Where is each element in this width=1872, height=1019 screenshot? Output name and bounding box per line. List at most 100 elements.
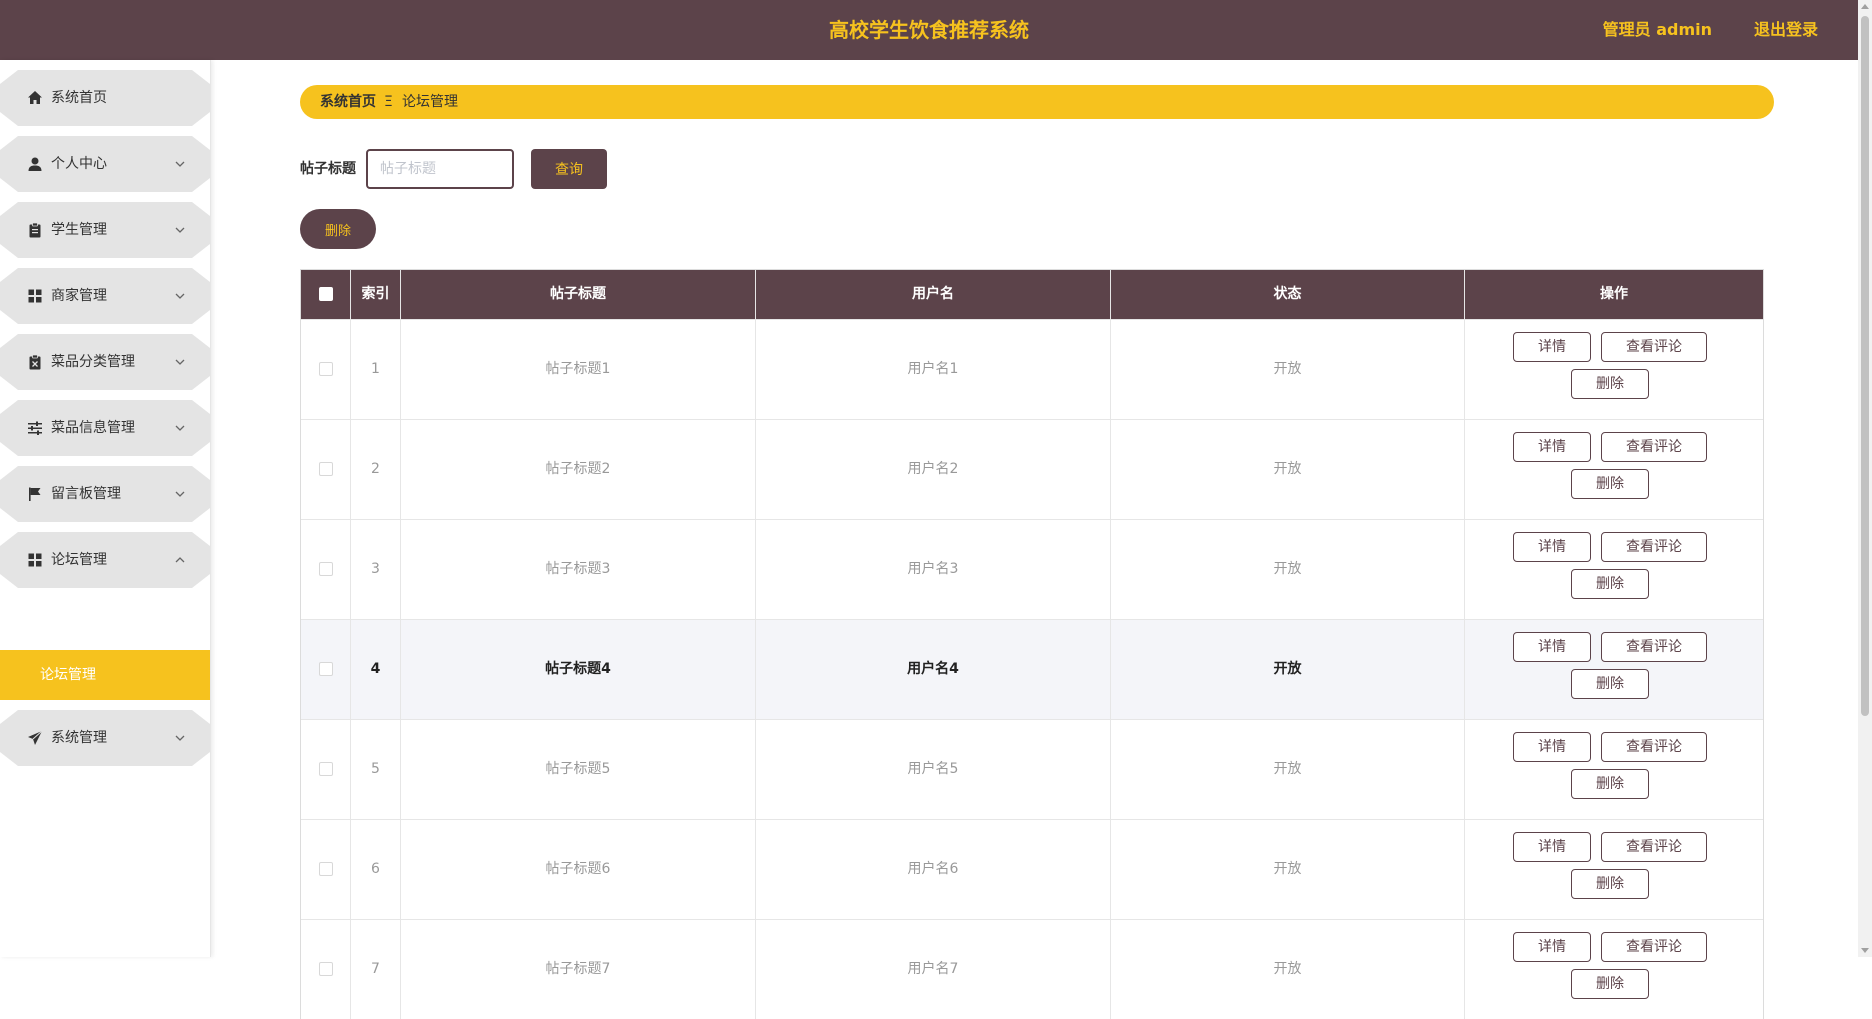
view-comments-button[interactable]: 查看评论 (1601, 532, 1707, 562)
top-header: 高校学生饮食推荐系统 管理员 admin 退出登录 (0, 0, 1858, 60)
row-checkbox[interactable] (318, 562, 333, 576)
row-select-cell (301, 820, 351, 919)
chevron-up-icon (175, 557, 185, 563)
row-delete-button[interactable]: 删除 (1571, 869, 1649, 899)
sidebar-item-message-board[interactable]: 留言板管理 (0, 466, 210, 522)
row-delete-button[interactable]: 删除 (1571, 469, 1649, 499)
table-row: 7 帖子标题7 用户名7 开放 详情 查看评论 删除 (301, 919, 1763, 1019)
view-comments-button[interactable]: 查看评论 (1601, 632, 1707, 662)
row-index: 4 (351, 620, 401, 719)
row-username: 用户名5 (756, 720, 1111, 819)
view-comments-button[interactable]: 查看评论 (1601, 832, 1707, 862)
row-delete-button[interactable]: 删除 (1571, 769, 1649, 799)
view-comments-button[interactable]: 查看评论 (1601, 932, 1707, 962)
sidebar-item-profile[interactable]: 个人中心 (0, 136, 210, 192)
row-status: 开放 (1111, 820, 1465, 919)
grid-icon (28, 553, 42, 567)
sidebar-item-students[interactable]: 学生管理 (0, 202, 210, 258)
logout-link[interactable]: 退出登录 (1754, 0, 1818, 60)
sidebar-item-label: 系统管理 (51, 730, 107, 746)
select-all-checkbox[interactable] (318, 287, 333, 301)
row-select-cell (301, 420, 351, 519)
sidebar-item-forum[interactable]: 论坛管理 (0, 532, 210, 588)
detail-button[interactable]: 详情 (1513, 932, 1591, 962)
row-actions: 详情 查看评论 删除 (1465, 320, 1763, 419)
sidebar-subitem-forum-management[interactable]: 论坛管理 (0, 650, 210, 700)
post-title-search-input[interactable] (366, 149, 514, 189)
row-status: 开放 (1111, 720, 1465, 819)
row-title: 帖子标题6 (401, 820, 756, 919)
row-checkbox[interactable] (318, 662, 333, 676)
row-actions: 详情 查看评论 删除 (1465, 720, 1763, 819)
chevron-down-icon (175, 735, 185, 741)
view-comments-button[interactable]: 查看评论 (1601, 332, 1707, 362)
row-checkbox[interactable] (318, 762, 333, 776)
column-header-actions: 操作 (1600, 286, 1628, 302)
row-delete-button[interactable]: 删除 (1571, 569, 1649, 599)
detail-button[interactable]: 详情 (1513, 832, 1591, 862)
chevron-down-icon (175, 359, 185, 365)
column-header-username: 用户名 (756, 270, 1111, 319)
bulk-delete-button[interactable]: 删除 (300, 209, 376, 249)
breadcrumb-home-link[interactable]: 系统首页 (320, 85, 376, 119)
clipboard-icon (29, 222, 41, 238)
sidebar-item-dish-categories[interactable]: 菜品分类管理 (0, 334, 210, 390)
sidebar-item-home[interactable]: 系统首页 (0, 70, 210, 126)
current-user-label: 管理员 admin (1602, 20, 1712, 39)
row-delete-button[interactable]: 删除 (1571, 969, 1649, 999)
detail-button[interactable]: 详情 (1513, 632, 1591, 662)
row-username: 用户名6 (756, 820, 1111, 919)
sidebar-item-label: 菜品信息管理 (51, 420, 135, 436)
search-label: 帖子标题 (300, 161, 356, 177)
select-all-cell (301, 270, 351, 319)
scroll-down-arrow-icon[interactable] (1861, 948, 1869, 953)
row-actions: 详情 查看评论 删除 (1465, 520, 1763, 619)
sidebar-item-label: 论坛管理 (51, 552, 107, 568)
row-status: 开放 (1111, 920, 1465, 1019)
sidebar-item-label: 个人中心 (51, 156, 107, 172)
row-checkbox[interactable] (318, 462, 333, 476)
row-username: 用户名2 (756, 420, 1111, 519)
sidebar-item-merchants[interactable]: 商家管理 (0, 268, 210, 324)
row-status: 开放 (1111, 320, 1465, 419)
row-select-cell (301, 720, 351, 819)
chevron-down-icon (175, 161, 185, 167)
breadcrumb-current: 论坛管理 (402, 94, 458, 110)
chevron-down-icon (175, 425, 185, 431)
view-comments-button[interactable]: 查看评论 (1601, 432, 1707, 462)
row-username: 用户名4 (756, 620, 1111, 719)
row-actions: 详情 查看评论 删除 (1465, 420, 1763, 519)
send-icon (28, 730, 43, 745)
scroll-up-arrow-icon[interactable] (1861, 4, 1869, 9)
view-comments-button[interactable]: 查看评论 (1601, 732, 1707, 762)
sidebar-item-system[interactable]: 系统管理 (0, 710, 210, 766)
row-checkbox[interactable] (318, 862, 333, 876)
page-scrollbar[interactable] (1858, 0, 1872, 957)
row-username: 用户名7 (756, 920, 1111, 1019)
forum-table: 索引 帖子标题 用户名 状态 操作 1 帖子标题1 用户名1 开放 详情 查看评… (300, 269, 1764, 1019)
app-title: 高校学生饮食推荐系统 (829, 18, 1029, 42)
detail-button[interactable]: 详情 (1513, 432, 1591, 462)
row-status: 开放 (1111, 520, 1465, 619)
row-checkbox[interactable] (318, 962, 333, 976)
sidebar-item-dish-info[interactable]: 菜品信息管理 (0, 400, 210, 456)
sidebar-item-label: 菜品分类管理 (51, 354, 135, 370)
breadcrumb: 系统首页 Ξ 论坛管理 (300, 85, 1774, 119)
query-button[interactable]: 查询 (531, 149, 607, 189)
scrollbar-thumb[interactable] (1861, 16, 1869, 716)
row-status: 开放 (1111, 420, 1465, 519)
row-index: 6 (351, 820, 401, 919)
row-index: 1 (351, 320, 401, 419)
home-icon (28, 91, 42, 104)
row-select-cell (301, 620, 351, 719)
row-delete-button[interactable]: 删除 (1571, 369, 1649, 399)
row-checkbox[interactable] (318, 362, 333, 376)
row-delete-button[interactable]: 删除 (1571, 669, 1649, 699)
detail-button[interactable]: 详情 (1513, 332, 1591, 362)
detail-button[interactable]: 详情 (1513, 732, 1591, 762)
sidebar-item-label: 商家管理 (51, 288, 107, 304)
detail-button[interactable]: 详情 (1513, 532, 1591, 562)
row-index: 7 (351, 920, 401, 1019)
row-title: 帖子标题2 (401, 420, 756, 519)
sidebar: 系统首页 个人中心 学生管理 商家管理 菜品分类管理 菜品信息管理 留言板管理 … (0, 60, 211, 957)
